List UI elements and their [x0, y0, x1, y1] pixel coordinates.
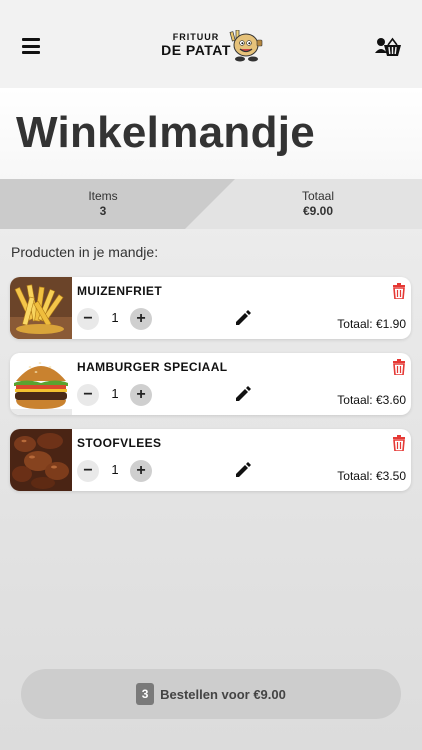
total-summary: Totaal €9.00 [268, 189, 368, 218]
total-value: €9.00 [302, 204, 334, 218]
page-title: Winkelmandje [16, 108, 316, 157]
pencil-icon[interactable] [234, 461, 252, 479]
cart-item: STOOFVLEES − 1 + Totaal: €3.50 [10, 429, 411, 491]
app-header: FRITUUR DE PATAT [0, 0, 422, 88]
items-summary: Items 3 [53, 189, 153, 218]
decrease-quantity-button[interactable]: − [77, 460, 99, 482]
user-cart-icon[interactable] [374, 36, 402, 58]
quantity-value: 1 [111, 462, 119, 477]
logo-small-text: FRITUUR [172, 32, 220, 42]
total-label: Totaal [301, 189, 335, 203]
fries-mascot-icon [229, 30, 263, 62]
pencil-icon[interactable] [234, 385, 252, 403]
decrease-quantity-button[interactable]: − [77, 384, 99, 406]
increase-quantity-button[interactable]: + [130, 384, 152, 406]
burger-image [10, 353, 72, 415]
line-total: Totaal: €1.90 [337, 317, 406, 331]
cart-item: HAMBURGER SPECIAAL − 1 + Totaal: €3.60 [10, 353, 411, 415]
items-label: Items [88, 189, 118, 203]
decrease-quantity-button[interactable]: − [77, 308, 99, 330]
items-count: 3 [99, 204, 107, 218]
logo[interactable]: FRITUUR DE PATAT [160, 30, 268, 62]
increase-quantity-button[interactable]: + [130, 460, 152, 482]
trash-icon[interactable] [392, 283, 406, 299]
product-name: MUIZENFRIET [77, 284, 163, 298]
order-button[interactable]: 3 Bestellen voor €9.00 [21, 669, 401, 719]
logo-wordmark: FRITUUR DE PATAT [160, 32, 232, 58]
product-name: HAMBURGER SPECIAAL [77, 360, 228, 374]
trash-icon[interactable] [392, 435, 406, 451]
line-total: Totaal: €3.50 [337, 469, 406, 483]
hamburger-menu-icon[interactable] [22, 38, 40, 54]
stew-image [10, 429, 72, 491]
cart-summary: Items 3 Totaal €9.00 [0, 179, 422, 229]
title-band: Winkelmandje [0, 88, 422, 179]
order-button-content: 3 Bestellen voor €9.00 [21, 669, 401, 719]
line-total: Totaal: €3.60 [337, 393, 406, 407]
increase-quantity-button[interactable]: + [130, 308, 152, 330]
pencil-icon[interactable] [234, 309, 252, 327]
cart-item: MUIZENFRIET − 1 + Totaal: €1.90 [10, 277, 411, 339]
order-count-badge: 3 [136, 683, 155, 705]
product-name: STOOFVLEES [77, 436, 162, 450]
logo-big-text: DE PATAT [161, 42, 231, 58]
quantity-value: 1 [111, 386, 119, 401]
fries-image [10, 277, 72, 339]
trash-icon[interactable] [392, 359, 406, 375]
quantity-value: 1 [111, 310, 119, 325]
section-label: Producten in je mandje: [11, 244, 159, 260]
order-button-label: Bestellen voor €9.00 [160, 686, 286, 702]
